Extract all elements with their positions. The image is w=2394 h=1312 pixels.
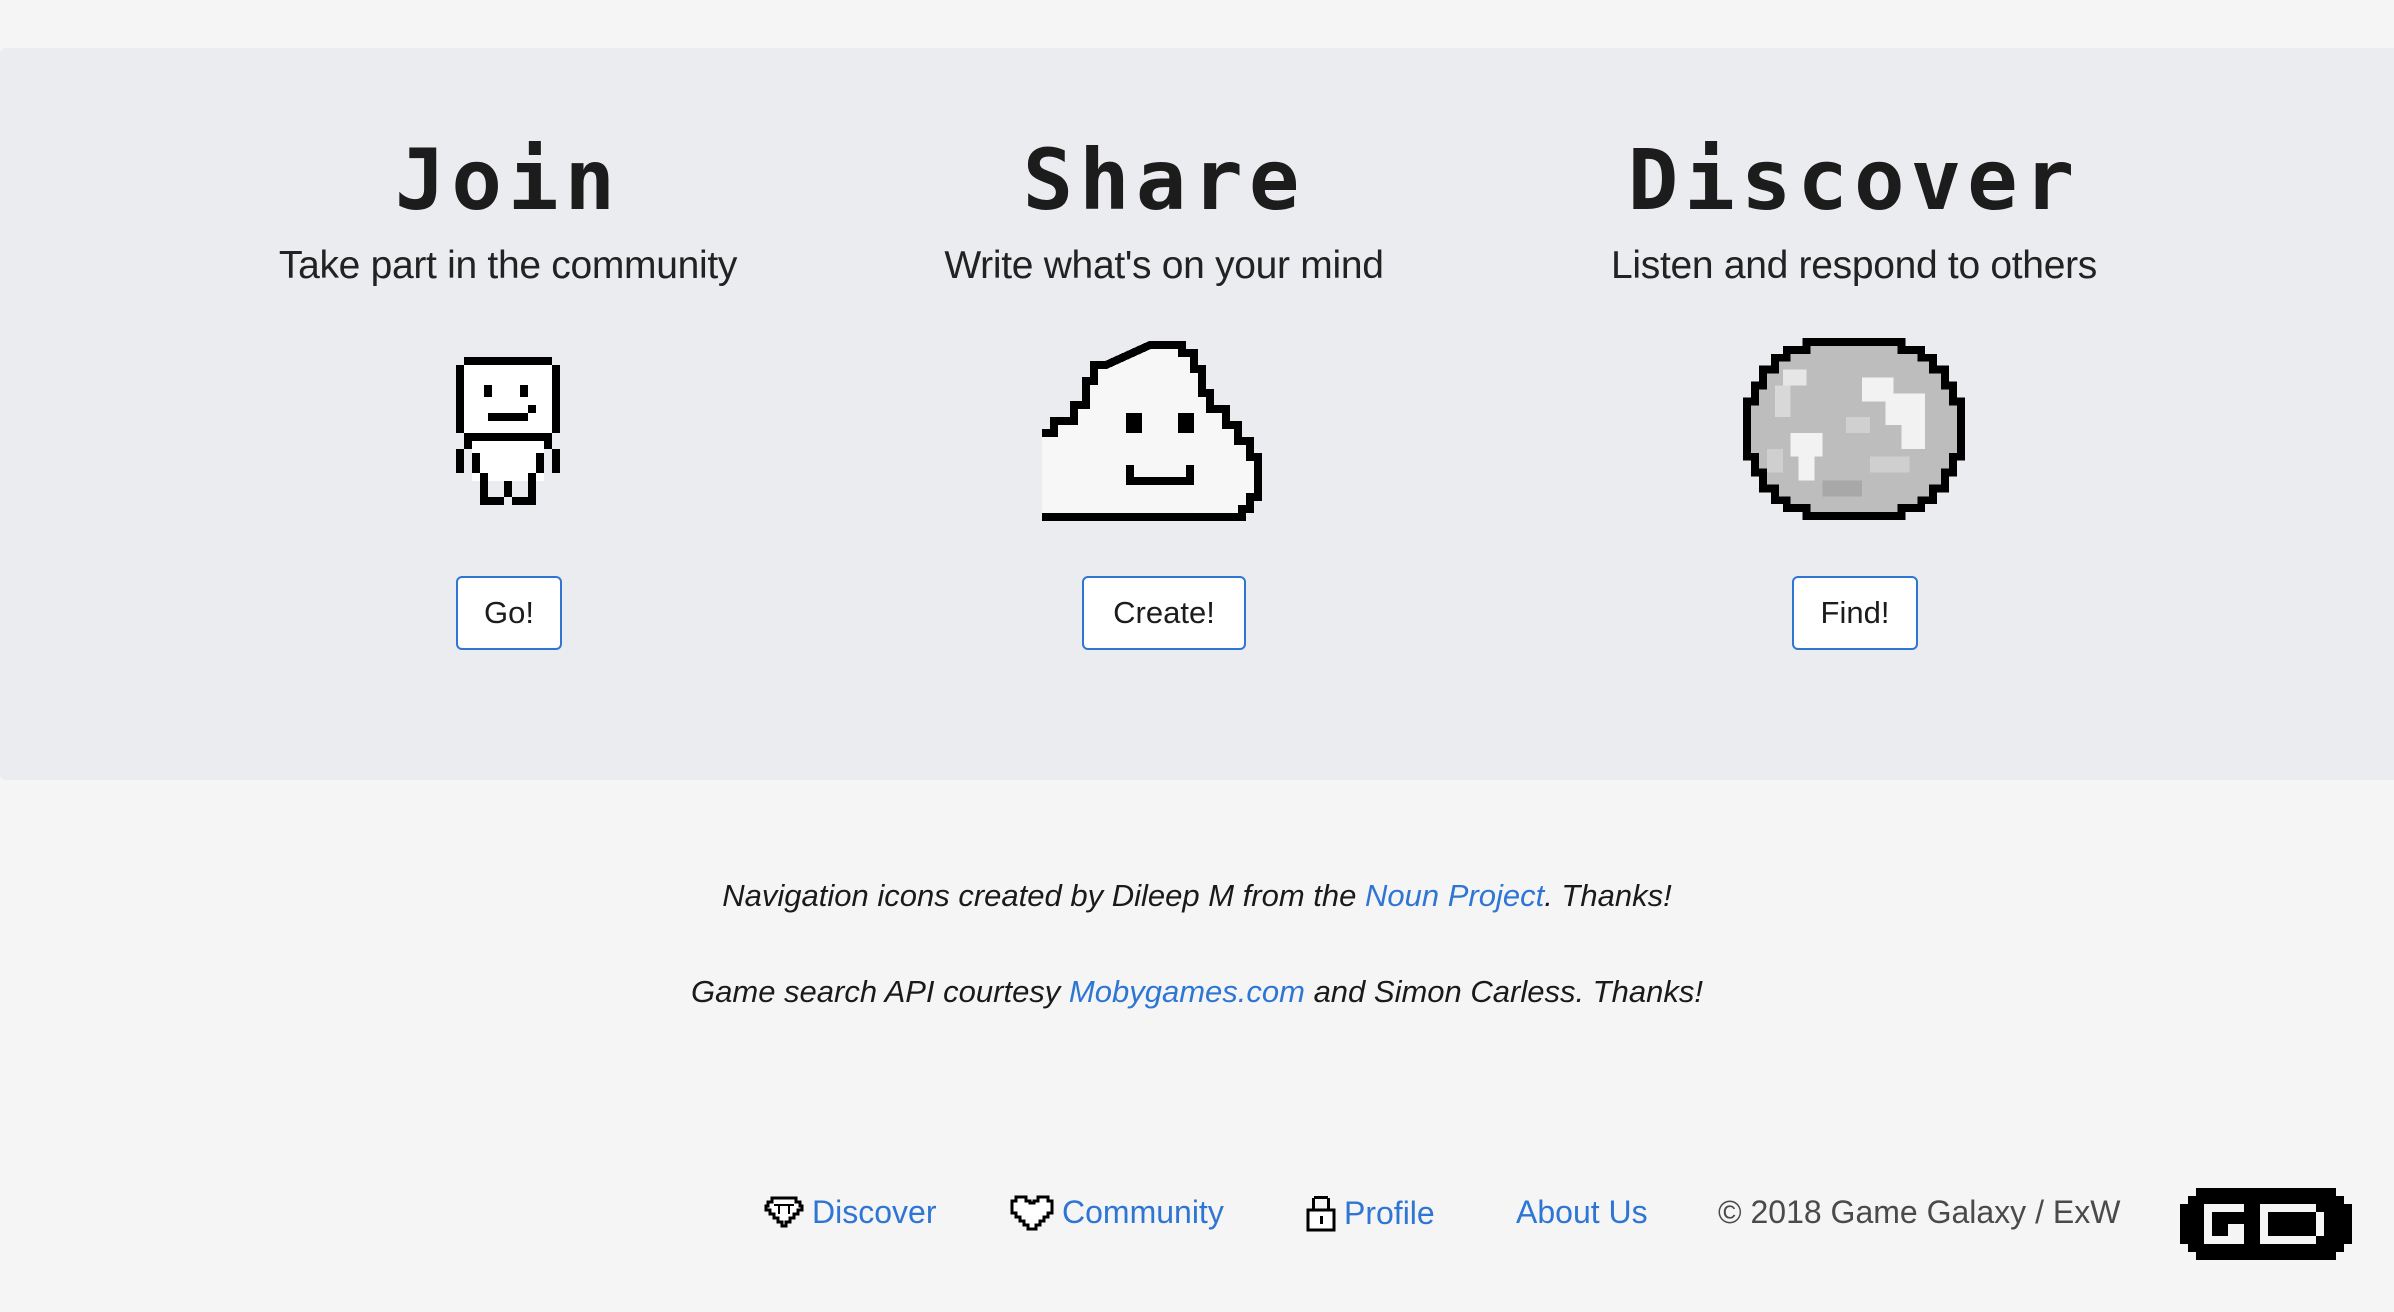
discover-title: Discover: [1627, 131, 2081, 229]
pixel-person-icon: [456, 357, 560, 505]
footer-community-label: Community: [1062, 1194, 1224, 1230]
footer-about-link[interactable]: About Us: [1516, 1194, 1648, 1231]
mobygames-link[interactable]: Mobygames.com: [1069, 974, 1305, 1009]
join-title: Join: [394, 131, 622, 229]
footer-discover-link[interactable]: Discover: [764, 1194, 936, 1231]
footer-community-link[interactable]: Community: [1010, 1194, 1224, 1231]
footer-profile-label: Profile: [1344, 1194, 1435, 1231]
jumbotron: Join Take part in the community Go! Shar…: [0, 48, 2394, 780]
share-title: Share: [1022, 131, 1306, 229]
credits-text-2a: Game search API courtesy: [691, 974, 1069, 1009]
icon-credits: Navigation icons created by Dileep M fro…: [0, 878, 2394, 914]
lock-icon: [1306, 1196, 1336, 1232]
credits-text-1a: Navigation icons created by Dileep M fro…: [722, 878, 1365, 913]
discover-subtitle: Listen and respond to others: [1611, 244, 2097, 287]
create-button[interactable]: Create!: [1082, 576, 1246, 650]
footer-copyright: © 2018 Game Galaxy / ExW: [1718, 1194, 2121, 1230]
pixel-cloud-icon: [1042, 341, 1262, 521]
game-galaxy-logo[interactable]: [2180, 1188, 2352, 1260]
go-button[interactable]: Go!: [456, 576, 562, 650]
pixel-globe-icon: [1743, 338, 1965, 521]
discover-column: Discover Listen and respond to others Fi…: [1504, 48, 2204, 780]
api-credits: Game search API courtesy Mobygames.com a…: [0, 974, 2394, 1010]
join-subtitle: Take part in the community: [278, 244, 738, 287]
footer-profile-link[interactable]: Profile: [1306, 1194, 1435, 1232]
heart-icon: [1010, 1195, 1054, 1230]
share-subtitle: Write what's on your mind: [944, 244, 1384, 287]
join-column: Join Take part in the community Go!: [158, 48, 858, 780]
credits-text-1b: . Thanks!: [1544, 878, 1672, 913]
noun-project-link[interactable]: Noun Project: [1365, 878, 1544, 913]
footer-nav: Discover Community Profile About Us © 20…: [0, 1188, 2394, 1260]
footer-discover-label: Discover: [812, 1194, 937, 1230]
credits-text-2b: and Simon Carless. Thanks!: [1304, 974, 1703, 1009]
diamond-icon: [764, 1196, 804, 1227]
find-button[interactable]: Find!: [1792, 576, 1918, 650]
share-column: Share Write what's on your mind Create!: [814, 48, 1514, 780]
